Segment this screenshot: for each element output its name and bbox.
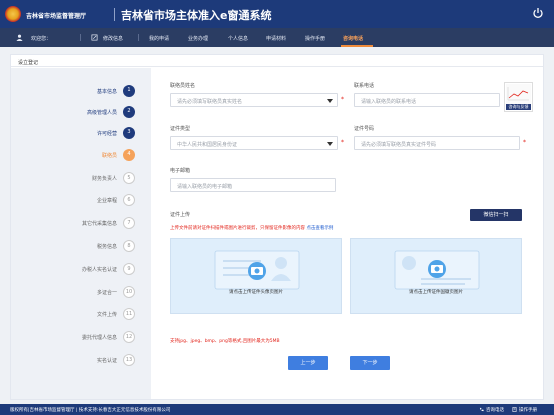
contact-name-label: 联络员姓名: [170, 83, 196, 89]
step-number: 4: [123, 149, 135, 161]
email-label: 电子邮箱: [170, 168, 191, 174]
phone-input[interactable]: 请输入联络员的联系电话: [354, 93, 500, 107]
id-front-upload[interactable]: 请点击上传证件头像页图片: [170, 238, 342, 314]
nav-item-business[interactable]: 业务办理: [188, 35, 208, 42]
step-label: 企业章程: [96, 198, 117, 204]
step-label: 许可经营: [96, 131, 117, 137]
id-back-caption: 请点击上传证件国徽页图片: [409, 290, 463, 295]
required-mark: *: [341, 96, 344, 103]
email-placeholder: 请输入联络员的电子邮箱: [177, 184, 233, 190]
step-label: 委托代理人信息: [81, 335, 117, 341]
step-number: 1: [123, 85, 135, 97]
step-label: 高级管理人员: [86, 110, 117, 116]
required-mark: *: [341, 139, 344, 146]
step-number: 13: [123, 354, 135, 366]
feedback-graphic-icon: [506, 84, 531, 104]
step-number: 5: [123, 172, 135, 184]
step-label: 办税人实名认证: [81, 267, 117, 273]
nav-item-my-applications[interactable]: 我的申请: [149, 35, 169, 42]
step-label: 其它代采集信息: [81, 221, 117, 227]
welcome-label: 欢迎您：: [31, 36, 52, 42]
step-number: 10: [123, 286, 135, 298]
upload-note-text: 上传文件前请对证件扫描件或图片进行裁剪，只保留证件影像的内容: [170, 226, 305, 231]
nav-item-manual[interactable]: 操作手册: [305, 35, 325, 42]
id-number-input[interactable]: 请先必须填写联络员真实证件号码: [354, 136, 520, 150]
org-name: 吉林省市场监督管理厅: [26, 13, 87, 20]
feedback-caption: 咨询与反馈: [506, 104, 531, 110]
nav-divider: [138, 34, 139, 41]
power-icon[interactable]: [532, 7, 544, 19]
step-number: 11: [123, 308, 135, 320]
wechat-scan-button[interactable]: 微信扫一扫: [470, 209, 522, 221]
upload-label: 证件上传: [170, 212, 191, 218]
step-label: 文件上传: [96, 312, 117, 318]
steps-sidebar: 基本信息 1 高级管理人员 2 许可经营 3 联络员 4 财务负责人 5 企业章…: [11, 68, 151, 399]
step-number: 2: [123, 106, 135, 118]
step-number: 7: [123, 217, 135, 229]
system-title: 吉林省市场主体准入e窗通系统: [121, 9, 272, 22]
step-label: 多证合一: [96, 290, 117, 296]
id-number-placeholder: 请先必须填写联络员真实证件号码: [361, 142, 437, 148]
id-card-front-icon: [214, 250, 300, 290]
id-front-caption: 请点击上传证件头像页图片: [229, 290, 283, 295]
phone-placeholder: 请输入联络员的联系电话: [361, 99, 417, 105]
header-divider: [114, 8, 115, 21]
top-header: 吉林省市场监督管理厅 吉林省市场主体准入e窗通系统: [0, 0, 554, 28]
feedback-widget[interactable]: 咨询与反馈: [504, 82, 533, 112]
upload-note: 上传文件前请对证件扫描件或图片进行裁剪，只保留证件影像的内容 点击查看示例: [170, 225, 333, 231]
phone-label: 联系电话: [354, 83, 375, 89]
view-example-link[interactable]: 点击查看示例: [306, 226, 333, 231]
nav-item-profile[interactable]: 个人信息: [228, 35, 248, 42]
change-password-link[interactable]: 修改信息: [103, 35, 123, 42]
step-number: 3: [123, 127, 135, 139]
footer-consult-link[interactable]: 咨询电话: [486, 407, 504, 413]
id-number-label: 证件号码: [354, 126, 375, 132]
step-label: 税务信息: [96, 244, 117, 250]
footer-copyright: 版权所有|吉林省市场监督管理厅 | 技术支持:长春吉大正元信息技术股份有限公司: [10, 408, 171, 413]
format-hint: 支持jpg、jpeg、bmp、png等格式,且图片最大为5MB: [170, 339, 280, 344]
nav-item-materials[interactable]: 申请材料: [266, 35, 286, 42]
step-number: 8: [123, 240, 135, 252]
contact-name-placeholder: 请先必须填写联络员真实姓名: [177, 99, 243, 105]
edit-icon: [91, 34, 98, 41]
step-number: 9: [123, 263, 135, 275]
chevron-down-icon: [327, 99, 333, 103]
id-back-upload[interactable]: 请点击上传证件国徽页图片: [350, 238, 522, 314]
step-label: 实名认证: [96, 358, 117, 364]
chevron-down-icon: [327, 142, 333, 146]
step-number: 6: [123, 194, 135, 206]
step-number: 12: [123, 331, 135, 343]
footer-manual-link[interactable]: 操作手册: [519, 407, 537, 413]
panel-title: 设立登记: [18, 60, 39, 66]
contact-name-select[interactable]: 请先必须填写联络员真实姓名: [170, 93, 338, 107]
next-step-button[interactable]: 下一步: [350, 356, 390, 370]
phone-icon: [479, 407, 484, 412]
footer: 版权所有|吉林省市场监督管理厅 | 技术支持:长春吉大正元信息技术股份有限公司 …: [0, 404, 554, 415]
user-icon: [16, 34, 23, 41]
emblem-logo: [5, 6, 21, 22]
required-mark: *: [523, 139, 526, 146]
active-tab-indicator: [341, 45, 373, 47]
nav-bar: 欢迎您： 修改信息 我的申请 业务办理 个人信息 申请材料 操作手册 咨询电话: [0, 28, 554, 47]
step-label: 联络员: [101, 153, 117, 159]
id-card-back-icon: [394, 250, 480, 290]
nav-divider: [80, 34, 81, 41]
id-type-label: 证件类型: [170, 126, 191, 132]
panel-header: 设立登记: [11, 55, 543, 67]
step-label: 基本信息: [96, 89, 117, 95]
prev-step-button[interactable]: 上一步: [288, 356, 328, 370]
id-type-select[interactable]: 中华人民共和国居民身份证: [170, 136, 338, 150]
email-input[interactable]: 请输入联络员的电子邮箱: [170, 178, 336, 192]
manual-icon: [512, 407, 517, 412]
id-type-value: 中华人民共和国居民身份证: [177, 142, 238, 148]
nav-item-hotline[interactable]: 咨询电话: [343, 35, 363, 42]
step-label: 财务负责人: [91, 176, 117, 182]
